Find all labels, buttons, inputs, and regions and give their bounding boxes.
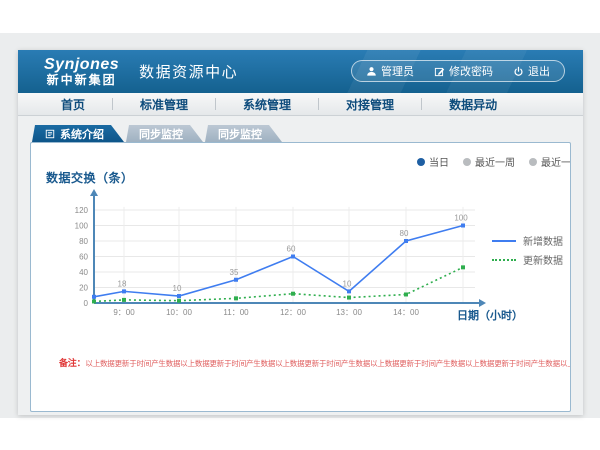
tab-sync-monitor-1[interactable]: 同步监控	[126, 125, 203, 142]
svg-text:9：00: 9：00	[113, 308, 135, 317]
change-password-label: 修改密码	[449, 63, 493, 79]
screen: Synjones 新中新集团 数据资源中心 管理员 修改密码 退出	[0, 0, 600, 450]
tab-sync-monitor-2[interactable]: 同步监控	[205, 125, 282, 142]
user-icon	[366, 66, 377, 77]
legend-item-update-data: 更新数据	[492, 250, 563, 269]
chart-legend: 新增数据 更新数据	[492, 231, 563, 269]
tab-label: 同步监控	[139, 126, 183, 142]
tab-bar: 系统介绍 同步监控 同步监控	[32, 125, 284, 142]
document-icon	[45, 129, 55, 139]
brand-logo-text: Synjones	[44, 56, 119, 74]
svg-text:18: 18	[118, 279, 127, 288]
radio-dot-icon	[463, 158, 471, 166]
svg-text:10: 10	[343, 279, 352, 288]
range-option[interactable]: 当日	[417, 154, 449, 169]
footnote-text: 以上数据更新于时间产生数据以上数据更新于时间产生数据以上数据更新于时间产生数据以…	[85, 359, 571, 368]
svg-text:40: 40	[79, 268, 88, 277]
dotted-line-swatch-icon	[492, 259, 516, 261]
radio-dot-icon	[529, 158, 537, 166]
svg-text:10: 10	[173, 284, 182, 293]
solid-line-swatch-icon	[492, 240, 516, 242]
range-option-label: 最近一周	[475, 154, 515, 169]
nav-item-home[interactable]: 首页	[34, 96, 112, 113]
current-user-button[interactable]: 管理员	[366, 63, 414, 79]
svg-text:10：00: 10：00	[166, 308, 192, 317]
current-user-label: 管理员	[381, 63, 414, 79]
tab-label: 同步监控	[218, 126, 262, 142]
legend-item-new-data: 新增数据	[492, 231, 563, 250]
legend-label: 更新数据	[523, 252, 563, 267]
svg-text:13：00: 13：00	[336, 308, 362, 317]
svg-text:0: 0	[84, 299, 89, 308]
svg-text:80: 80	[79, 237, 88, 246]
chart-panel: 当日 最近一周 最近一月 数据交换（条） 0 20 40 60 80 100 120 9：00…	[30, 142, 571, 412]
legend-label: 新增数据	[523, 233, 563, 248]
svg-text:日期（小时）: 日期（小时）	[457, 308, 523, 322]
svg-text:100: 100	[75, 222, 89, 231]
nav-item-system-mgmt[interactable]: 系统管理	[216, 96, 318, 113]
tab-label: 系统介绍	[60, 126, 104, 142]
range-option-label: 最近一月	[541, 154, 571, 169]
app-window: Synjones 新中新集团 数据资源中心 管理员 修改密码 退出	[18, 50, 583, 415]
nav-item-standard-mgmt[interactable]: 标准管理	[113, 96, 215, 113]
nav-item-interface-mgmt[interactable]: 对接管理	[319, 96, 421, 113]
tab-system-intro[interactable]: 系统介绍	[32, 125, 124, 142]
svg-text:60: 60	[79, 253, 88, 262]
radio-dot-icon	[417, 158, 425, 166]
footnote: 备注：以上数据更新于时间产生数据以上数据更新于时间产生数据以上数据更新于时间产生…	[59, 356, 571, 369]
main-nav: 首页 标准管理 系统管理 对接管理 数据异动	[18, 93, 583, 116]
range-option[interactable]: 最近一周	[463, 154, 515, 169]
content-area: 系统介绍 同步监控 同步监控 当日 最近一周	[18, 116, 583, 415]
svg-text:14：00: 14：00	[393, 308, 419, 317]
time-range-filter: 当日 最近一周 最近一月	[417, 154, 571, 169]
y-axis-title: 数据交换（条）	[46, 169, 134, 186]
edit-icon	[434, 66, 445, 77]
range-option-label: 当日	[429, 154, 449, 169]
logout-label: 退出	[528, 63, 550, 79]
line-chart: 0 20 40 60 80 100 120 9：00 10：00 11：00 12：00 13：00 1…	[41, 186, 531, 331]
svg-text:60: 60	[287, 245, 296, 254]
svg-text:12：00: 12：00	[280, 308, 306, 317]
footnote-prefix: 备注：	[59, 358, 85, 368]
nav-item-data-change[interactable]: 数据异动	[422, 96, 524, 113]
svg-text:11：00: 11：00	[223, 308, 249, 317]
range-option[interactable]: 最近一月	[529, 154, 571, 169]
app-header: Synjones 新中新集团 数据资源中心 管理员 修改密码 退出	[18, 50, 583, 93]
svg-text:35: 35	[230, 268, 239, 277]
brand-logo: Synjones 新中新集团	[44, 56, 119, 87]
logout-button[interactable]: 退出	[513, 63, 550, 79]
brand-logo-subtext: 新中新集团	[44, 74, 119, 87]
power-icon	[513, 66, 524, 77]
page-title: 数据资源中心	[139, 61, 238, 82]
user-toolbar: 管理员 修改密码 退出	[351, 60, 565, 82]
svg-text:80: 80	[400, 229, 409, 238]
svg-text:120: 120	[75, 206, 89, 215]
change-password-button[interactable]: 修改密码	[434, 63, 493, 79]
svg-text:100: 100	[454, 214, 468, 223]
svg-text:20: 20	[79, 284, 88, 293]
